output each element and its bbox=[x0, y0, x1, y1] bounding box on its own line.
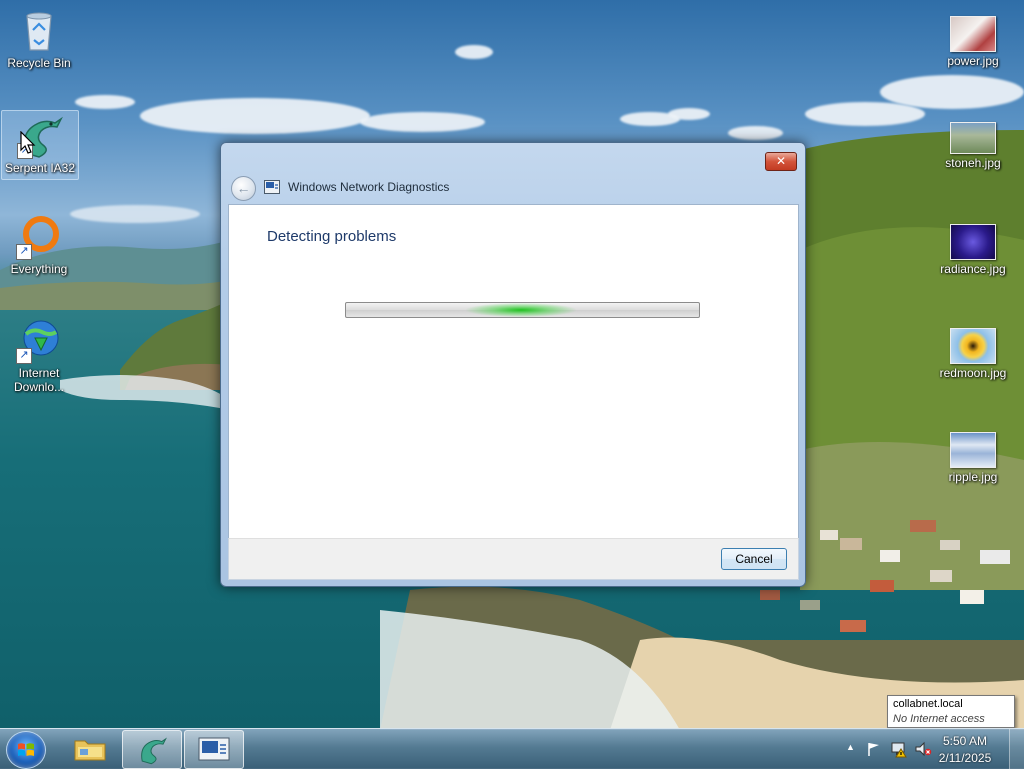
dialog-content: Detecting problems bbox=[228, 204, 799, 539]
desktop-icon-radiance-jpg[interactable]: radiance.jpg bbox=[935, 224, 1011, 276]
show-desktop-button[interactable] bbox=[1009, 729, 1024, 769]
desktop-icon-stoneh-jpg[interactable]: stoneh.jpg bbox=[935, 122, 1011, 170]
action-center-flag-icon[interactable] bbox=[866, 741, 882, 757]
windows-logo-icon bbox=[18, 743, 34, 756]
everything-search-icon: ↗ bbox=[16, 214, 62, 260]
recycle-bin-icon bbox=[16, 8, 62, 54]
surf-left bbox=[60, 375, 230, 410]
shortcut-arrow-icon: ↗ bbox=[16, 244, 32, 260]
tooltip-network-status: No Internet access bbox=[893, 713, 985, 725]
cancel-button[interactable]: Cancel bbox=[721, 548, 787, 570]
status-heading: Detecting problems bbox=[267, 228, 397, 245]
desktop-icon-label: Internet Downlo... bbox=[13, 366, 65, 394]
image-file-icon bbox=[950, 328, 996, 364]
image-file-icon bbox=[950, 224, 996, 260]
start-button[interactable] bbox=[6, 731, 46, 769]
network-diagnostics-dialog: ✕ ← Windows Network Diagnostics Detectin… bbox=[220, 142, 806, 587]
dialog-title: Windows Network Diagnostics bbox=[288, 180, 450, 194]
clock-date: 2/11/2025 bbox=[938, 751, 992, 765]
desktop-icon-internet-download-manager[interactable]: ↗ Internet Downlo... bbox=[1, 318, 77, 394]
network-diagnostics-icon bbox=[198, 737, 230, 761]
desktop-icon-label: Everything bbox=[10, 262, 68, 276]
desktop-icon-ripple-jpg[interactable]: ripple.jpg bbox=[935, 432, 1011, 484]
network-no-internet-icon[interactable] bbox=[890, 740, 908, 758]
progress-bar-marquee bbox=[345, 302, 700, 318]
taskbar-file-explorer[interactable] bbox=[62, 730, 120, 767]
close-button[interactable]: ✕ bbox=[765, 152, 797, 171]
taskbar: ▲ 5:50 AM 2/11/2025 bbox=[0, 728, 1024, 769]
folder-icon bbox=[74, 740, 106, 761]
taskbar-network-diagnostics[interactable] bbox=[184, 730, 244, 769]
desktop-icon-recycle-bin[interactable]: Recycle Bin bbox=[1, 8, 77, 70]
system-clock[interactable]: 5:50 AM 2/11/2025 bbox=[936, 733, 994, 767]
desktop-icon-label: redmoon.jpg bbox=[939, 366, 1007, 380]
internet-download-manager-icon: ↗ bbox=[16, 318, 62, 364]
progress-marquee-glow bbox=[466, 303, 576, 317]
mouse-cursor-icon bbox=[20, 131, 36, 154]
desktop-icon-redmoon-jpg[interactable]: redmoon.jpg bbox=[935, 328, 1011, 380]
back-arrow-icon[interactable]: ← bbox=[231, 176, 256, 201]
desktop-icon-power-jpg[interactable]: power.jpg bbox=[935, 16, 1011, 68]
desktop-icon-label: Recycle Bin bbox=[7, 56, 71, 70]
show-hidden-icons-button[interactable]: ▲ bbox=[846, 742, 855, 752]
network-status-tooltip: collabnet.local No Internet access bbox=[887, 695, 1015, 728]
network-diagnostics-icon bbox=[264, 180, 280, 194]
desktop-icon-serpent-ia32[interactable]: ↗ Serpent IA32 bbox=[1, 110, 79, 180]
notification-area: ▲ bbox=[840, 729, 940, 769]
volume-muted-icon[interactable] bbox=[914, 740, 932, 758]
serpent-dragon-icon bbox=[141, 737, 167, 765]
desktop-icon-label: radiance.jpg bbox=[940, 262, 1006, 276]
image-file-icon bbox=[950, 16, 996, 52]
clock-time: 5:50 AM bbox=[942, 734, 988, 748]
desktop-icon-label: power.jpg bbox=[947, 54, 999, 68]
tooltip-network-name: collabnet.local bbox=[893, 698, 963, 710]
image-file-icon bbox=[950, 432, 996, 468]
desktop-icon-label: ripple.jpg bbox=[948, 470, 998, 484]
image-file-icon bbox=[950, 122, 996, 154]
desktop-icon-everything[interactable]: ↗ Everything bbox=[1, 214, 77, 276]
desktop-icon-label: Serpent IA32 bbox=[4, 161, 76, 175]
shortcut-arrow-icon: ↗ bbox=[16, 348, 32, 364]
taskbar-serpent-ia32[interactable] bbox=[122, 730, 182, 769]
desktop-icon-label: stoneh.jpg bbox=[945, 156, 1001, 170]
dialog-footer: Cancel bbox=[228, 538, 799, 580]
